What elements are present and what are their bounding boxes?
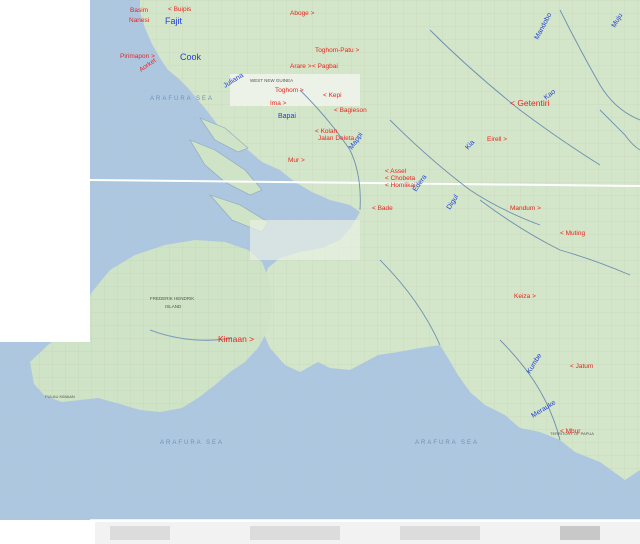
place-label-muting: < Muting bbox=[560, 230, 585, 237]
place-label-keiza: Keiza > bbox=[514, 293, 536, 300]
place-label-ima: Ima > bbox=[270, 100, 287, 107]
place-label-homlikai: < Homlikai bbox=[385, 182, 416, 189]
place-label-buipis: < Buipis bbox=[168, 6, 192, 13]
place-label-nanesi: Nanesi bbox=[129, 17, 149, 24]
place-label-jalan-deleta: Jalan Deleta bbox=[318, 135, 355, 142]
place-label-jatum: < Jatum bbox=[570, 363, 593, 370]
place-label-toghom: Toghom > bbox=[275, 87, 304, 94]
place-label-toghom-patu: Toghom-Patu > bbox=[315, 47, 359, 54]
map-label-frederik-hendrik: FREDERIK HENDRIK bbox=[150, 296, 194, 301]
river-label-fajit: Fajit bbox=[165, 16, 183, 26]
map-label-island: ISLAND bbox=[165, 304, 182, 309]
map-label-pulau-kimaan: PULAU KIMAAN bbox=[45, 394, 75, 399]
place-label-pagbai: < Pagbai bbox=[312, 63, 338, 70]
place-label-kolan: < Kolan bbox=[315, 128, 338, 135]
sea-label-west: ARAFURA SEA bbox=[160, 440, 224, 446]
river-label-bapai: Bapai bbox=[278, 113, 296, 120]
place-label-mbur: < Mbur bbox=[560, 428, 581, 435]
place-label-getentiri: < Getentiri bbox=[510, 98, 550, 108]
place-label-bade: < Bade bbox=[372, 205, 393, 212]
topographic-map: ARAFURA SEA ARAFURA SEA ARAFURA SEA WEST… bbox=[0, 0, 640, 544]
sea-label-north: ARAFURA SEA bbox=[150, 96, 214, 102]
map-legend-strip bbox=[95, 522, 640, 544]
place-label-basim: Basim bbox=[130, 7, 148, 14]
place-label-eirell: Eirell > bbox=[487, 136, 507, 143]
place-label-assel: < Assel bbox=[385, 168, 407, 175]
place-label-aboge: Aboge > bbox=[290, 10, 315, 17]
place-label-kimaan: Kimaan > bbox=[218, 334, 254, 344]
map-label-west-new-guinea: WEST NEW GUINEA bbox=[250, 78, 293, 83]
river-label-cook: Cook bbox=[180, 52, 202, 62]
place-label-arare: Arare > bbox=[290, 63, 312, 70]
sea-label-south: ARAFURA SEA bbox=[415, 440, 479, 446]
place-label-mur: Mur > bbox=[288, 157, 305, 164]
place-label-bagieson: < Bagieson bbox=[334, 107, 367, 114]
place-label-kepi: < Kepi bbox=[323, 92, 342, 99]
place-label-mandum: Mandum > bbox=[510, 205, 541, 212]
place-label-chobeta: < Chobeta bbox=[385, 175, 416, 182]
